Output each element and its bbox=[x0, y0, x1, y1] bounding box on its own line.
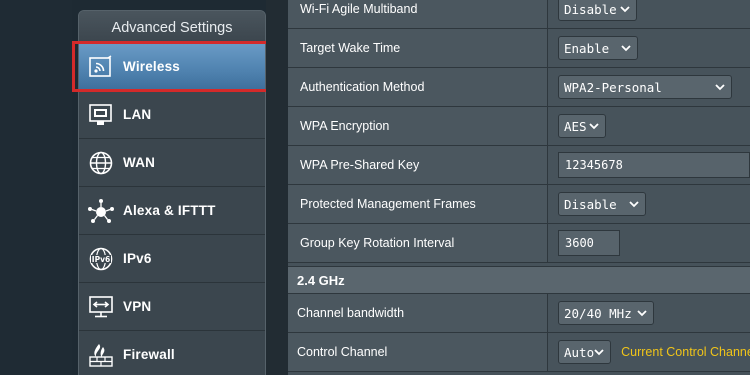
advanced-settings-sidebar: Advanced Settings Wireless LAN WAN Alexa… bbox=[78, 10, 266, 375]
wpa-psk-input[interactable]: 12345678 bbox=[558, 152, 750, 178]
select-value: WPA2-Personal bbox=[564, 79, 662, 95]
setting-label: Channel bandwidth bbox=[288, 294, 548, 332]
agile-multiband-select[interactable]: Disable bbox=[558, 0, 637, 21]
sidebar-item-label: Alexa & IFTTT bbox=[123, 203, 216, 218]
sidebar-item-label: Firewall bbox=[123, 347, 175, 362]
chevron-down-icon bbox=[637, 309, 647, 317]
setting-row-group-key-interval: Group Key Rotation Interval 3600 bbox=[288, 224, 750, 263]
chevron-down-icon bbox=[629, 200, 639, 208]
setting-label: WPA Pre-Shared Key bbox=[288, 146, 548, 184]
sidebar-item-vpn[interactable]: VPN bbox=[79, 283, 265, 331]
lan-icon bbox=[87, 101, 115, 129]
sidebar-header: Advanced Settings bbox=[79, 11, 265, 43]
select-value: Disable bbox=[564, 1, 617, 17]
wireless-icon bbox=[87, 53, 115, 81]
setting-label: Protected Management Frames bbox=[288, 185, 548, 223]
background-edge bbox=[0, 0, 72, 375]
auth-method-select[interactable]: WPA2-Personal bbox=[558, 75, 732, 99]
smart-home-icon bbox=[87, 197, 115, 225]
sidebar-item-alexa-ifttt[interactable]: Alexa & IFTTT bbox=[79, 187, 265, 235]
sidebar-item-firewall[interactable]: Firewall bbox=[79, 331, 265, 375]
sidebar-item-label: LAN bbox=[123, 107, 152, 122]
sidebar-item-lan[interactable]: LAN bbox=[79, 91, 265, 139]
setting-row-pmf: Protected Management Frames Disable bbox=[288, 185, 750, 224]
sidebar-item-ipv6[interactable]: IPv6 IPv6 bbox=[79, 235, 265, 283]
setting-label: WPA Encryption bbox=[288, 107, 548, 145]
firewall-icon bbox=[87, 341, 115, 369]
setting-label: Wi-Fi Agile Multiband bbox=[288, 0, 548, 28]
select-value: Disable bbox=[564, 196, 617, 212]
section-header-2g: 2.4 GHz bbox=[288, 266, 750, 294]
select-value: 20/40 MHz bbox=[564, 305, 632, 321]
setting-label: Authentication Method bbox=[288, 68, 548, 106]
content-divider bbox=[266, 0, 288, 375]
sidebar-item-label: IPv6 bbox=[123, 251, 152, 266]
pmf-select[interactable]: Disable bbox=[558, 192, 646, 216]
ipv6-globe-icon: IPv6 bbox=[87, 245, 115, 273]
select-value: AES bbox=[564, 118, 587, 134]
chevron-down-icon bbox=[594, 348, 604, 356]
globe-icon bbox=[87, 149, 115, 177]
current-channel-hint: Current Control Channe bbox=[621, 345, 750, 359]
select-value: Auto bbox=[564, 344, 595, 360]
target-wake-time-select[interactable]: Enable bbox=[558, 36, 638, 60]
sidebar-item-wan[interactable]: WAN bbox=[79, 139, 265, 187]
setting-row-wpa-encryption: WPA Encryption AES bbox=[288, 107, 750, 146]
setting-row-wpa-psk: WPA Pre-Shared Key 12345678 bbox=[288, 146, 750, 185]
svg-text:IPv6: IPv6 bbox=[92, 255, 110, 264]
channel-bandwidth-select[interactable]: 20/40 MHz bbox=[558, 301, 654, 325]
setting-label: Group Key Rotation Interval bbox=[288, 224, 548, 262]
chevron-down-icon bbox=[621, 44, 631, 52]
wpa-encryption-select[interactable]: AES bbox=[558, 114, 606, 138]
setting-label: Target Wake Time bbox=[288, 29, 548, 67]
setting-row-control-channel: Control Channel Auto Current Control Cha… bbox=[288, 333, 750, 372]
setting-row-target-wake-time: Target Wake Time Enable bbox=[288, 29, 750, 68]
setting-row-agile-multiband: Wi-Fi Agile Multiband Disable bbox=[288, 0, 750, 29]
chevron-down-icon bbox=[589, 122, 599, 130]
setting-row-auth-method: Authentication Method WPA2-Personal bbox=[288, 68, 750, 107]
group-key-interval-input[interactable]: 3600 bbox=[558, 230, 620, 256]
chevron-down-icon bbox=[715, 83, 725, 91]
vpn-icon bbox=[87, 293, 115, 321]
chevron-down-icon bbox=[620, 5, 630, 13]
control-channel-select[interactable]: Auto bbox=[558, 340, 612, 364]
wireless-settings-panel: Wi-Fi Agile Multiband Disable Target Wak… bbox=[288, 0, 750, 375]
setting-row-channel-bandwidth: Channel bandwidth 20/40 MHz bbox=[288, 294, 750, 333]
sidebar-item-wireless[interactable]: Wireless bbox=[79, 43, 265, 91]
sidebar-item-label: VPN bbox=[123, 299, 152, 314]
setting-label: Control Channel bbox=[288, 333, 548, 371]
sidebar-item-label: WAN bbox=[123, 155, 156, 170]
sidebar-item-label: Wireless bbox=[123, 59, 181, 74]
select-value: Enable bbox=[564, 40, 610, 56]
